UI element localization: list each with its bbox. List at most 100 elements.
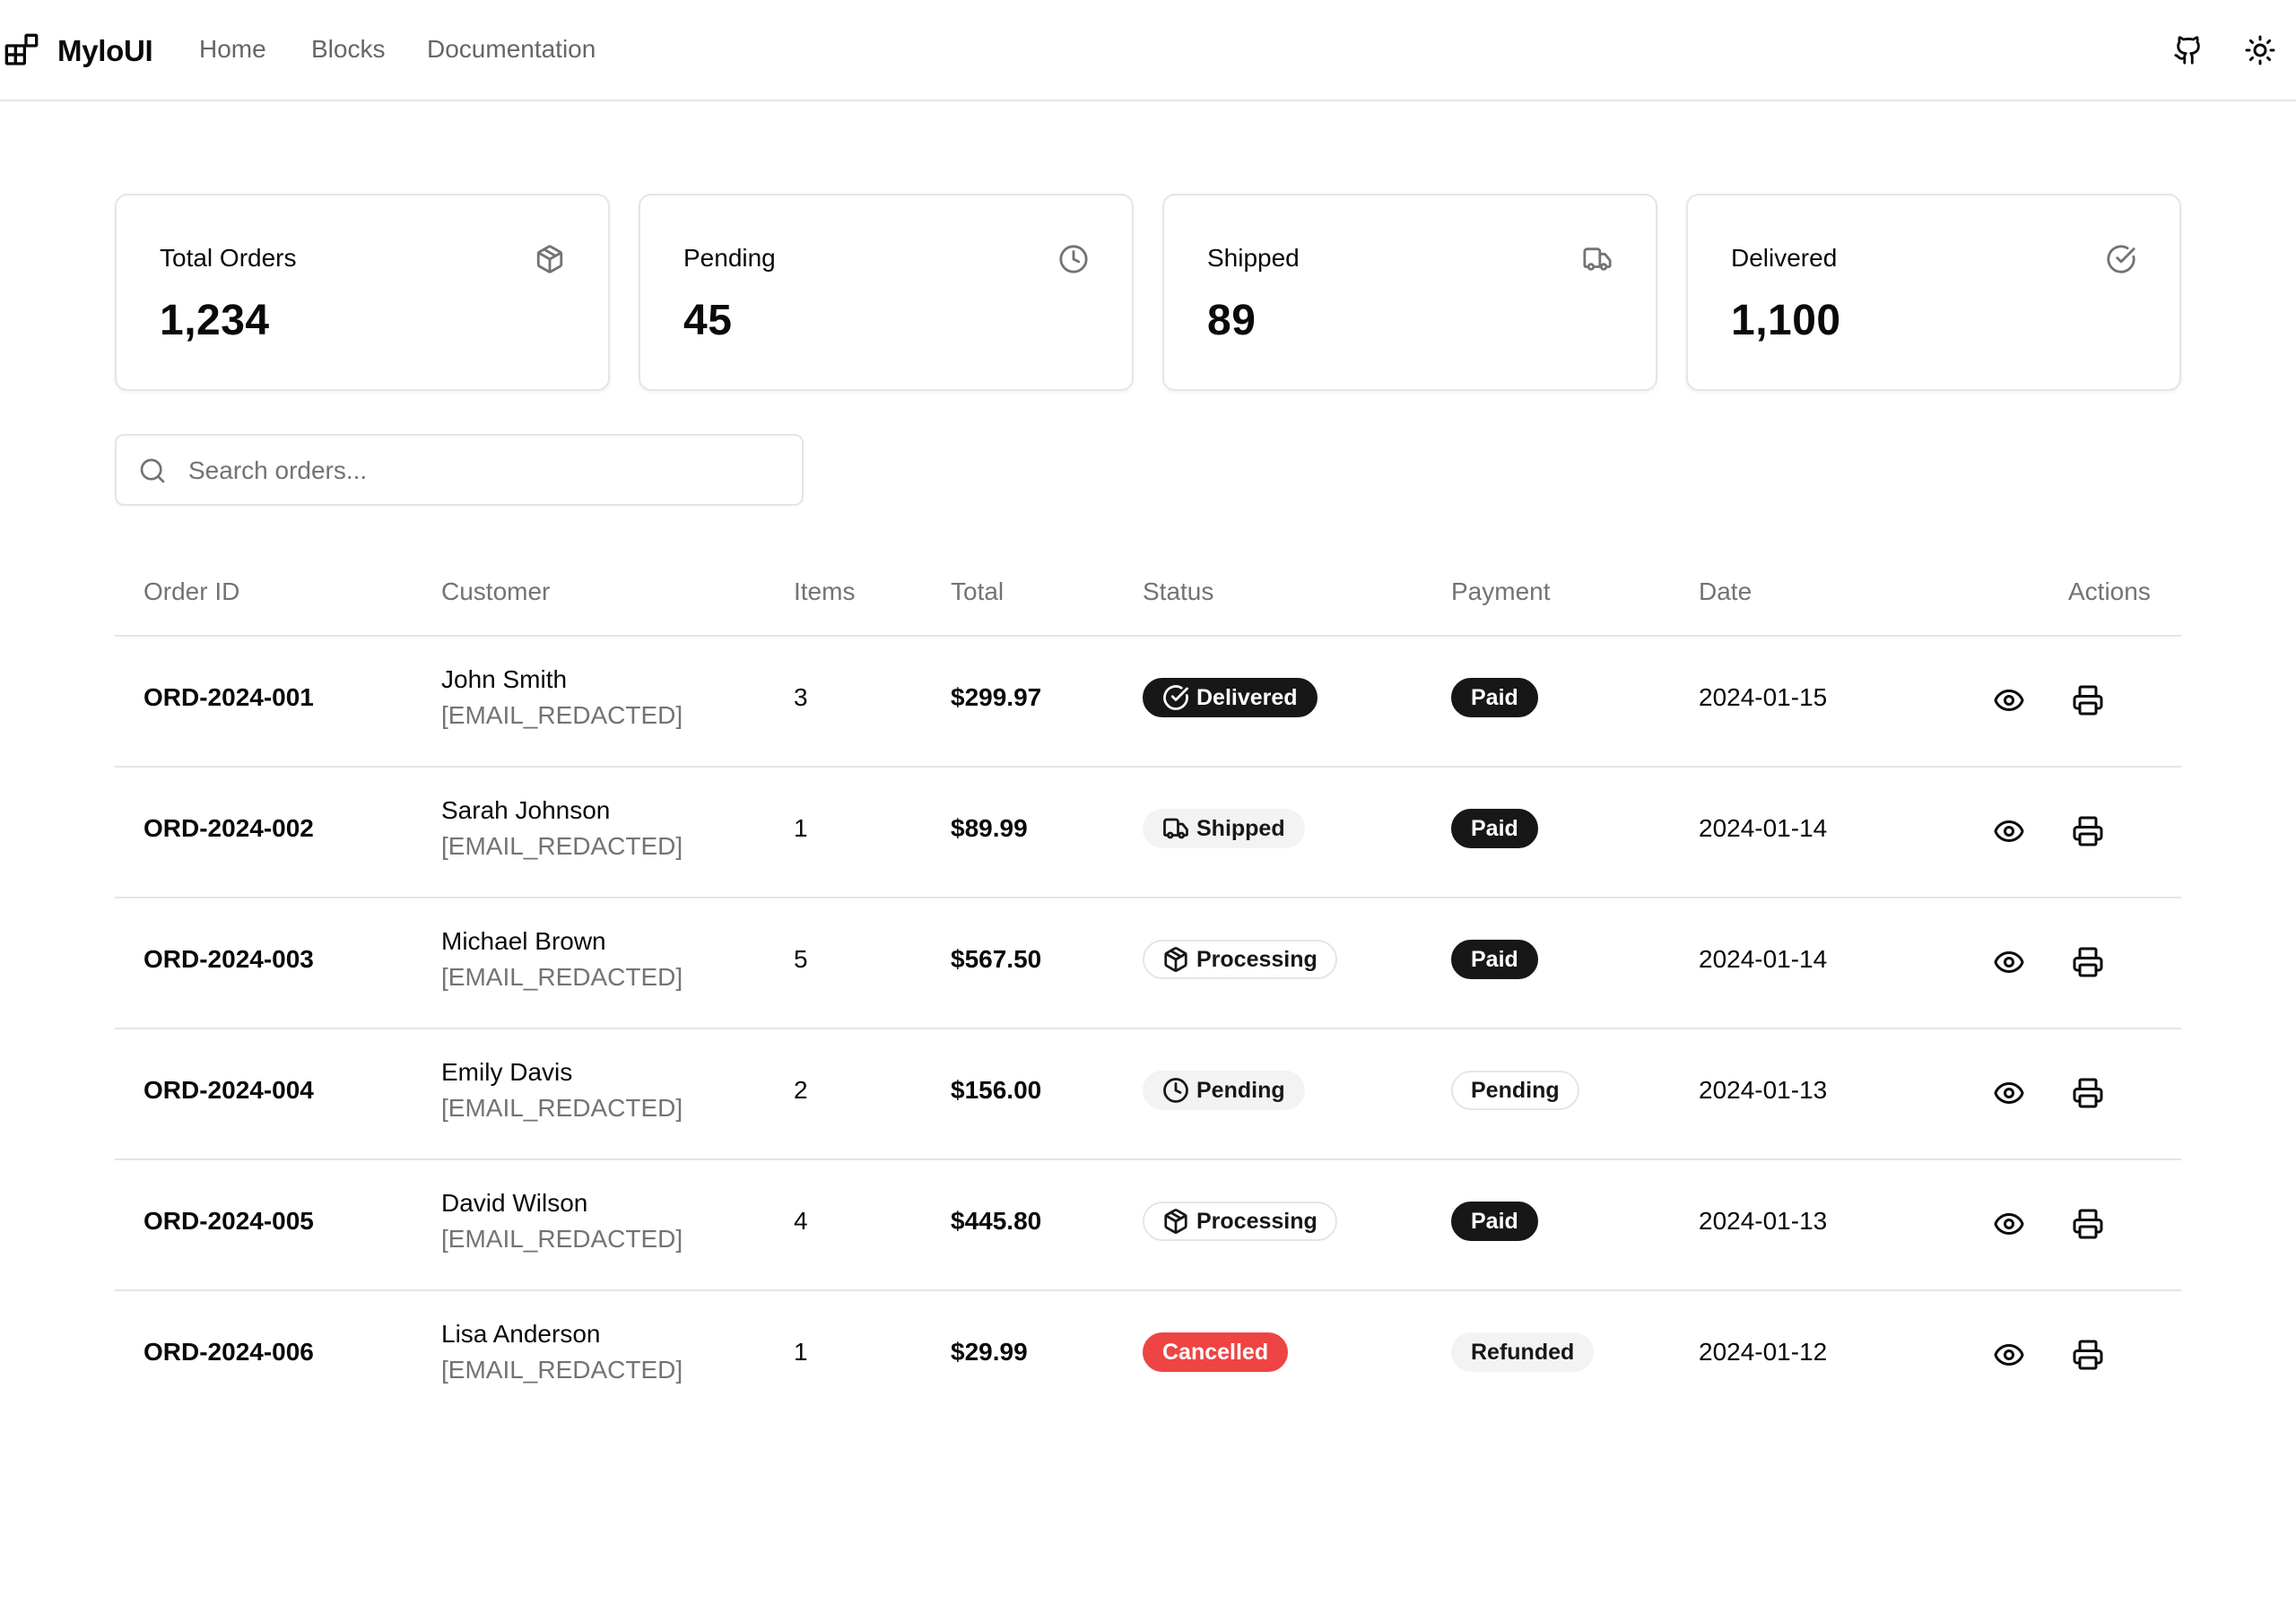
stat-label: Pending: [683, 244, 776, 272]
nav-blocks-link[interactable]: Blocks: [311, 35, 385, 64]
payment-badge: Refunded: [1451, 1332, 1595, 1372]
item-count: 5: [794, 945, 808, 973]
table-row[interactable]: ORD-2024-001 John Smith [EMAIL_REDACTED]…: [115, 637, 2181, 768]
status-label: Processing: [1196, 946, 1318, 972]
status-label: Shipped: [1196, 815, 1285, 841]
order-id: ORD-2024-005: [144, 1207, 314, 1235]
search-icon: [140, 458, 165, 483]
check-circle-icon: [1163, 685, 1188, 710]
payment-label: Paid: [1451, 940, 1538, 979]
payment-badge: Paid: [1451, 678, 1538, 717]
eye-icon[interactable]: [1993, 1077, 2025, 1109]
customer-name: Lisa Anderson: [441, 1320, 601, 1348]
customer-email: [EMAIL_REDACTED]: [441, 1356, 683, 1384]
order-id: ORD-2024-002: [144, 814, 314, 842]
order-total: $445.80: [951, 1207, 1042, 1235]
customer-email: [EMAIL_REDACTED]: [441, 1094, 683, 1122]
customer-name: Emily Davis: [441, 1058, 573, 1086]
payment-label: Pending: [1451, 1071, 1579, 1110]
payment-badge: Pending: [1451, 1071, 1579, 1110]
order-date: 2024-01-13: [1699, 1076, 1828, 1104]
order-total: $29.99: [951, 1338, 1028, 1366]
eye-icon[interactable]: [1993, 684, 2025, 716]
column-header-status: Status: [1143, 577, 1214, 605]
status-badge: Cancelled: [1143, 1332, 1289, 1372]
blocks-logo-icon[interactable]: [2, 32, 41, 68]
orders-table: Order ID Customer Items Total Status Pay…: [115, 551, 2181, 1422]
table-row[interactable]: ORD-2024-006 Lisa Anderson [EMAIL_REDACT…: [115, 1291, 2181, 1422]
stat-label: Total Orders: [160, 244, 297, 272]
customer-name: Michael Brown: [441, 927, 606, 955]
order-id: ORD-2024-001: [144, 683, 314, 711]
order-total: $156.00: [951, 1076, 1042, 1104]
package-icon: [536, 245, 563, 273]
theme-toggle-button[interactable]: [2242, 32, 2278, 68]
order-total: $567.50: [951, 945, 1042, 973]
check-circle-icon: [2107, 245, 2135, 273]
table-row[interactable]: ORD-2024-005 David Wilson [EMAIL_REDACTE…: [115, 1160, 2181, 1291]
status-label: Pending: [1196, 1077, 1285, 1103]
eye-icon[interactable]: [1993, 1208, 2025, 1240]
order-id: ORD-2024-006: [144, 1338, 314, 1366]
printer-icon[interactable]: [2072, 1208, 2104, 1240]
brand-name[interactable]: MyloUI: [57, 34, 153, 68]
order-date: 2024-01-14: [1699, 945, 1828, 973]
printer-icon[interactable]: [2072, 684, 2104, 716]
table-header: Order ID Customer Items Total Status Pay…: [115, 551, 2181, 637]
order-total: $299.97: [951, 683, 1042, 711]
printer-icon[interactable]: [2072, 1077, 2104, 1109]
search-input[interactable]: [188, 452, 780, 490]
item-count: 4: [794, 1207, 808, 1235]
search-box: [115, 434, 804, 506]
package-icon: [1164, 1209, 1187, 1234]
stat-label: Delivered: [1731, 244, 1838, 272]
stat-label: Shipped: [1207, 244, 1300, 272]
stat-value: 89: [1207, 297, 1257, 344]
payment-badge: Paid: [1451, 1202, 1538, 1241]
github-button[interactable]: [2170, 32, 2206, 68]
payment-badge: Paid: [1451, 940, 1538, 979]
order-date: 2024-01-12: [1699, 1338, 1828, 1366]
status-label: Delivered: [1196, 684, 1298, 710]
clock-icon: [1163, 1078, 1188, 1103]
status-badge: Delivered: [1143, 678, 1318, 717]
nav-home-link[interactable]: Home: [199, 35, 266, 64]
column-header-items: Items: [794, 577, 856, 605]
truck-icon: [1163, 818, 1188, 839]
eye-icon[interactable]: [1993, 1339, 2025, 1371]
customer-email: [EMAIL_REDACTED]: [441, 963, 683, 991]
payment-label: Paid: [1451, 1202, 1538, 1241]
eye-icon[interactable]: [1993, 815, 2025, 847]
status-badge: Pending: [1143, 1071, 1305, 1110]
stat-card-delivered: Delivered 1,100: [1686, 194, 2181, 391]
stat-card-total-orders: Total Orders 1,234: [115, 194, 610, 391]
customer-name: Sarah Johnson: [441, 796, 611, 824]
sun-icon: [2245, 35, 2275, 65]
status-badge: Processing: [1143, 1202, 1337, 1241]
status-badge: Processing: [1143, 940, 1337, 979]
order-date: 2024-01-13: [1699, 1207, 1828, 1235]
table-row[interactable]: ORD-2024-003 Michael Brown [EMAIL_REDACT…: [115, 898, 2181, 1029]
printer-icon[interactable]: [2072, 946, 2104, 978]
nav-documentation-link[interactable]: Documentation: [427, 35, 596, 64]
column-header-date: Date: [1699, 577, 1752, 605]
customer-name: John Smith: [441, 665, 568, 693]
stat-value: 1,100: [1731, 297, 1841, 344]
item-count: 3: [794, 683, 808, 711]
column-header-total: Total: [951, 577, 1004, 605]
item-count: 1: [794, 814, 808, 842]
table-row[interactable]: ORD-2024-004 Emily Davis [EMAIL_REDACTED…: [115, 1029, 2181, 1160]
order-total: $89.99: [951, 814, 1028, 842]
printer-icon[interactable]: [2072, 1339, 2104, 1371]
clock-icon: [1059, 245, 1088, 273]
truck-icon: [1583, 247, 1612, 271]
column-header-payment: Payment: [1451, 577, 1551, 605]
order-id: ORD-2024-004: [144, 1076, 314, 1104]
status-badge: Shipped: [1143, 809, 1305, 848]
stat-value: 45: [683, 297, 733, 344]
eye-icon[interactable]: [1993, 946, 2025, 978]
printer-icon[interactable]: [2072, 815, 2104, 847]
customer-name: David Wilson: [441, 1189, 588, 1217]
order-date: 2024-01-14: [1699, 814, 1828, 842]
table-row[interactable]: ORD-2024-002 Sarah Johnson [EMAIL_REDACT…: [115, 768, 2181, 898]
